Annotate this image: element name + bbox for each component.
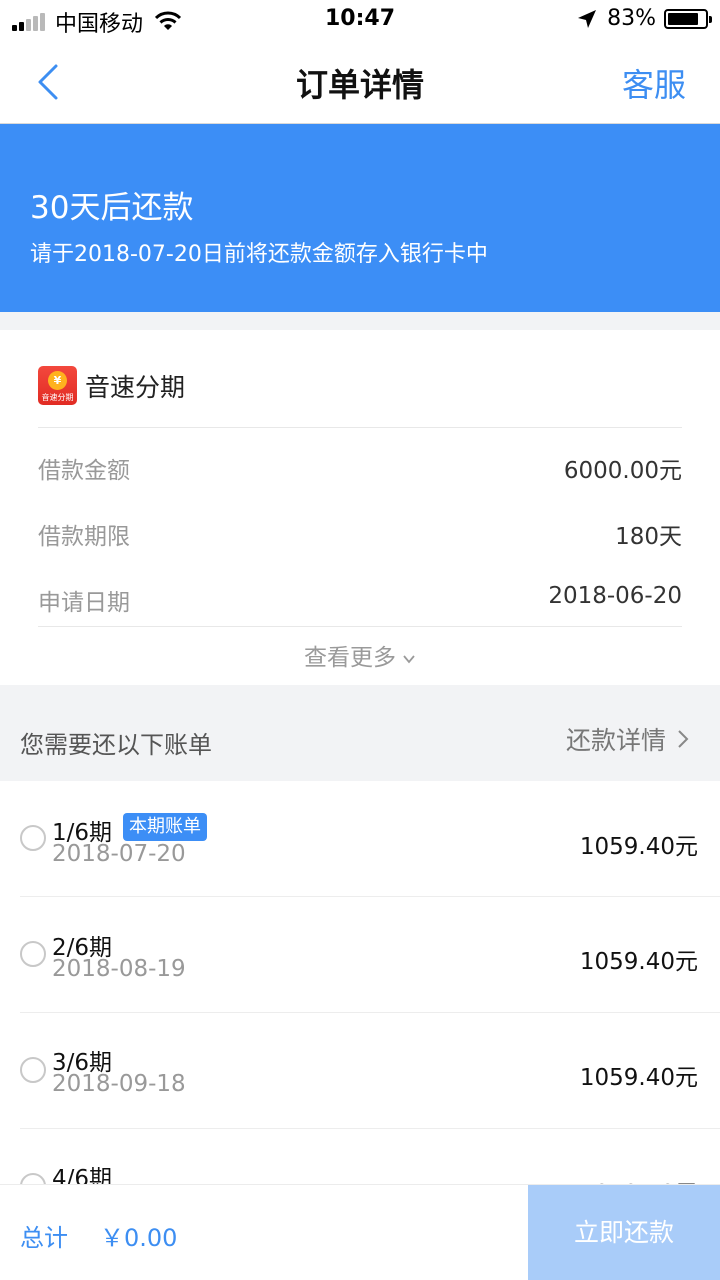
bill-row[interactable]: 2/6期 2018-08-19 1059.40元: [0, 897, 720, 1012]
chevron-down-icon: [403, 654, 415, 663]
bill-row[interactable]: 1/6期 本期账单 2018-07-20 1059.40元: [0, 781, 720, 896]
product-name: 音速分期: [85, 372, 186, 402]
loan-amount-label: 借款金额: [38, 458, 130, 484]
nav-bar: 订单详情 客服: [0, 40, 720, 124]
battery-icon: [664, 8, 712, 29]
bill-amount: 1059.40元: [579, 1065, 698, 1091]
loan-amount-value: 6000.00元: [563, 458, 682, 484]
page-title: 订单详情: [295, 66, 424, 104]
bill-radio[interactable]: [20, 825, 46, 851]
bill-radio[interactable]: [20, 941, 46, 967]
total-label: 总计: [20, 1224, 68, 1252]
chevron-right-icon: [678, 730, 689, 748]
view-more-label: 查看更多: [304, 645, 396, 671]
card-divider: [38, 427, 682, 428]
bill-radio[interactable]: [20, 1057, 46, 1083]
pay-now-button[interactable]: 立即还款: [528, 1185, 720, 1280]
bills-title: 您需要还以下账单: [20, 731, 212, 759]
bill-date: 2018-07-20: [52, 841, 186, 867]
bottom-action-bar: 总计 ￥0.00 立即还款: [0, 1184, 720, 1280]
banner-subtitle: 请于2018-07-20日前将还款金额存入银行卡中: [30, 242, 488, 267]
card-divider: [38, 626, 682, 627]
total-amount: ￥0.00: [100, 1224, 178, 1252]
status-bar: 中国移动 10:47 83%: [0, 0, 720, 40]
loan-term-value: 180天: [615, 524, 682, 550]
repayment-detail-label: 还款详情: [565, 726, 666, 755]
loan-term-label: 借款期限: [38, 524, 130, 550]
apply-date-value: 2018-06-20: [548, 583, 682, 609]
repayment-banner: 30天后还款 请于2018-07-20日前将还款金额存入银行卡中: [0, 124, 720, 312]
section-gap: [0, 312, 720, 330]
battery-fill: [668, 12, 698, 25]
bill-date: 2018-09-18: [52, 1071, 186, 1097]
location-arrow-icon: [578, 9, 597, 28]
apply-date-row: 申请日期 2018-06-20: [38, 575, 682, 616]
current-bill-badge: 本期账单: [123, 813, 207, 841]
loan-term-row: 借款期限 180天: [38, 509, 682, 550]
view-more-button[interactable]: 查看更多: [0, 638, 720, 672]
customer-service-button[interactable]: 客服: [622, 60, 686, 106]
loan-summary-card: ¥ 音速分期 音速分期 借款金额 6000.00元 借款期限 180天 申请日期…: [0, 330, 720, 685]
product-header: ¥ 音速分期 音速分期: [38, 366, 185, 405]
apply-date-label: 申请日期: [38, 590, 130, 616]
logo-text: 音速分期: [41, 393, 74, 402]
order-detail-screen: 中国移动 10:47 83% 订单详情 客服 30天后还款 请于2018-07-…: [0, 0, 720, 1280]
bill-date: 2018-08-19: [52, 956, 186, 982]
repayment-detail-link[interactable]: 还款详情: [566, 721, 690, 757]
product-logo: ¥ 音速分期: [38, 366, 77, 405]
banner-title: 30天后还款: [30, 190, 194, 226]
loan-amount-row: 借款金额 6000.00元: [38, 443, 682, 484]
yen-coin-icon: ¥: [48, 371, 67, 390]
bill-amount: 1059.40元: [579, 949, 698, 975]
battery-percent: 83%: [607, 6, 656, 31]
bill-row[interactable]: 3/6期 2018-09-18 1059.40元: [0, 1013, 720, 1128]
bills-section-header: 您需要还以下账单 还款详情: [0, 685, 720, 781]
status-right: 83%: [577, 6, 712, 31]
bill-amount: 1059.40元: [579, 834, 698, 860]
